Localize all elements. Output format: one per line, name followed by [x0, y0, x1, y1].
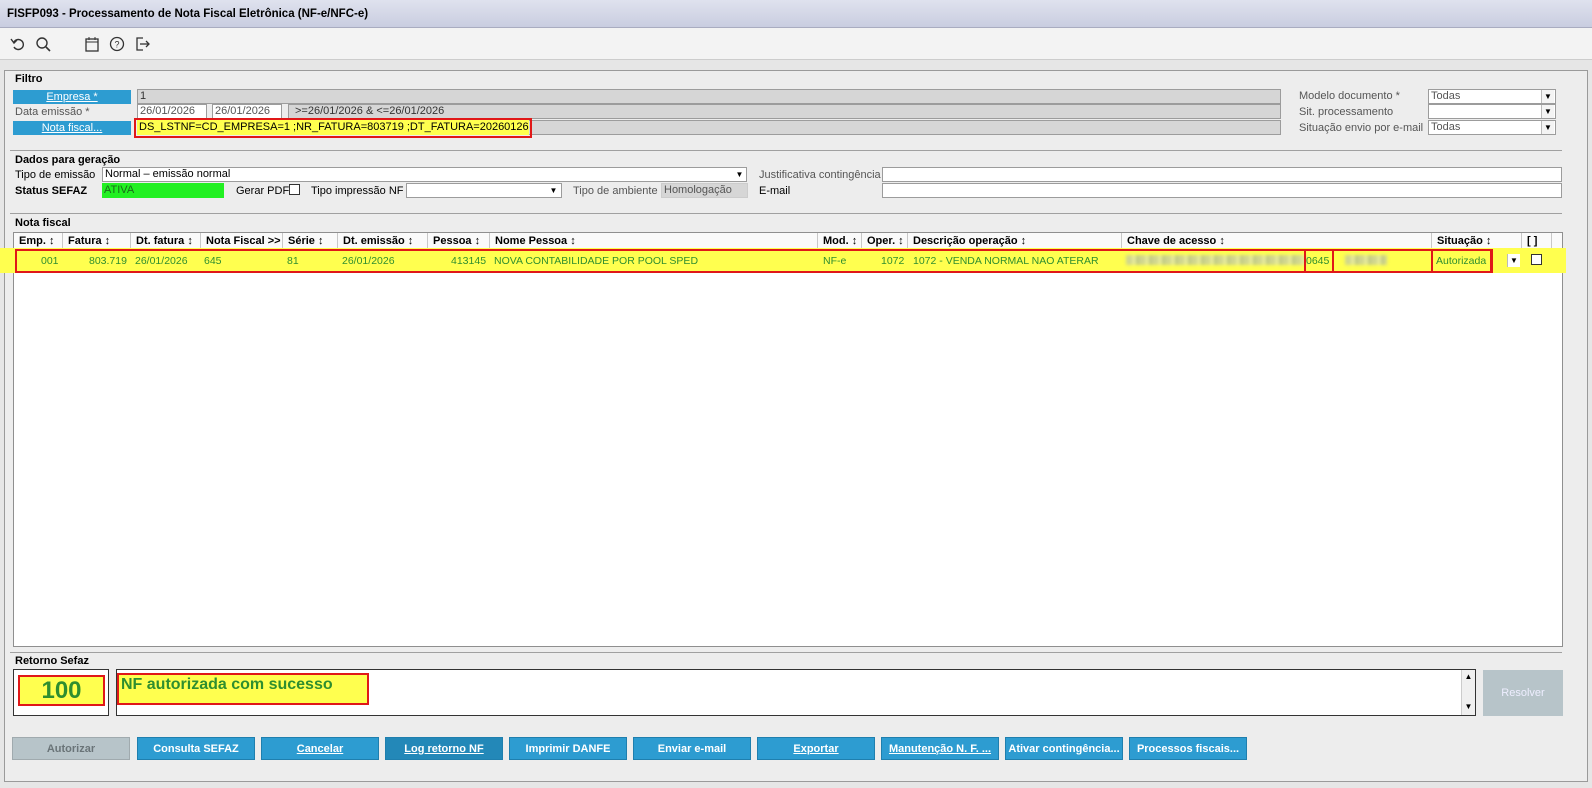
col-fatura[interactable]: Fatura ↕: [63, 233, 131, 249]
section-filtro: Filtro: [15, 73, 43, 85]
chevron-down-icon[interactable]: ▼: [1507, 254, 1520, 267]
nota-fiscal-table: Emp. ↕ Fatura ↕ Dt. fatura ↕ Nota Fiscal…: [13, 232, 1563, 647]
processos-fiscais-button[interactable]: Processos fiscais...: [1129, 737, 1247, 760]
tipo-impressao-label: Tipo impressão NF: [311, 185, 404, 197]
exportar-button[interactable]: Exportar: [757, 737, 875, 760]
tipo-ambiente-label: Tipo de ambiente: [573, 185, 658, 197]
title-bar: FISFP093 - Processamento de Nota Fiscal …: [0, 0, 1592, 28]
col-dt-fatura[interactable]: Dt. fatura ↕: [131, 233, 201, 249]
tipo-ambiente-value: Homologação: [661, 183, 748, 198]
tipo-emissao-select[interactable]: Normal – emissão normal: [102, 167, 747, 182]
chevron-down-icon[interactable]: ▼: [1541, 121, 1554, 134]
data-inicio-field[interactable]: 26/01/2026: [137, 104, 207, 119]
ativar-contingencia-button[interactable]: Ativar contingência...: [1005, 737, 1123, 760]
email-label: E-mail: [759, 185, 791, 197]
envio-label: Situação envio por e-mail: [1299, 122, 1424, 134]
undo-icon[interactable]: [9, 35, 27, 53]
scrollbar[interactable]: ▲ ▼: [1461, 670, 1475, 715]
col-descricao[interactable]: Descrição operação ↕: [908, 233, 1122, 249]
col-pessoa[interactable]: Pessoa ↕: [428, 233, 490, 249]
annotation-box: [15, 249, 1492, 273]
data-expressao: >=26/01/2026 & <=26/01/2026: [288, 104, 1281, 119]
col-select-all[interactable]: [ ]: [1522, 233, 1552, 249]
retorno-message: NF autorizada com sucesso: [117, 673, 369, 705]
window-title: FISFP093 - Processamento de Nota Fiscal …: [7, 8, 369, 20]
col-emp[interactable]: Emp. ↕: [14, 233, 63, 249]
divider: [10, 213, 1562, 214]
annotation-box: [1304, 249, 1334, 273]
chevron-down-icon[interactable]: ▼: [1541, 90, 1554, 103]
col-serie[interactable]: Série ↕: [283, 233, 338, 249]
tipo-emissao-label: Tipo de emissão: [15, 169, 96, 181]
col-filler: [1552, 233, 1562, 249]
tipo-impressao-select[interactable]: [406, 183, 562, 198]
cancelar-button[interactable]: Cancelar: [261, 737, 379, 760]
chevron-down-icon[interactable]: ▼: [1541, 105, 1554, 118]
col-chave[interactable]: Chave de acesso ↕: [1122, 233, 1432, 249]
enviar-email-button[interactable]: Enviar e-mail: [633, 737, 751, 760]
empresa-field[interactable]: 1: [137, 89, 1281, 104]
data-fim-field[interactable]: 26/01/2026: [212, 104, 282, 119]
section-nota-fiscal: Nota fiscal: [15, 217, 71, 229]
log-retorno-button[interactable]: Log retorno NF: [385, 737, 503, 760]
col-dt-emissao[interactable]: Dt. emissão ↕: [338, 233, 428, 249]
divider: [10, 150, 1562, 151]
row-checkbox[interactable]: [1531, 254, 1542, 265]
modelo-select[interactable]: Todas: [1428, 89, 1556, 104]
col-nota-fiscal[interactable]: Nota Fiscal >>: [201, 233, 283, 249]
gerar-pdf-checkbox[interactable]: [289, 184, 300, 195]
exit-icon[interactable]: [133, 35, 151, 53]
search-icon[interactable]: [34, 35, 52, 53]
empresa-label[interactable]: Empresa *: [13, 90, 131, 104]
data-emissao-label: Data emissão *: [15, 106, 90, 118]
imprimir-danfe-button[interactable]: Imprimir DANFE: [509, 737, 627, 760]
status-sefaz-label: Status SEFAZ: [15, 185, 88, 197]
toolbar: [0, 28, 1592, 60]
resolver-button[interactable]: Resolver: [1483, 670, 1563, 716]
consulta-sefaz-button[interactable]: Consulta SEFAZ: [137, 737, 255, 760]
chevron-down-icon[interactable]: ▼: [1462, 702, 1475, 711]
col-nome-pessoa[interactable]: Nome Pessoa ↕: [490, 233, 818, 249]
sit-label: Sit. processamento: [1299, 106, 1394, 118]
annotation-box: [1431, 249, 1493, 273]
justificativa-field[interactable]: [882, 167, 1562, 182]
autorizar-button[interactable]: Autorizar: [12, 737, 130, 760]
modelo-label: Modelo documento *: [1299, 90, 1400, 102]
nota-fiscal-label[interactable]: Nota fiscal...: [13, 121, 131, 135]
manutencao-nf-button[interactable]: Manutenção N. F. ...: [881, 737, 999, 760]
chevron-down-icon[interactable]: ▼: [547, 184, 560, 197]
status-badge: ATIVA: [102, 183, 224, 198]
divider: [10, 652, 1562, 653]
gerar-pdf-label: Gerar PDF: [236, 185, 290, 197]
section-dados: Dados para geração: [15, 154, 121, 166]
email-field[interactable]: [882, 183, 1562, 198]
svg-text:?: ?: [114, 40, 119, 50]
help-icon[interactable]: ?: [108, 35, 126, 53]
chevron-down-icon[interactable]: ▼: [733, 168, 746, 181]
envio-select[interactable]: Todas: [1428, 120, 1556, 135]
retorno-code: 100: [18, 675, 105, 706]
section-retorno: Retorno Sefaz: [15, 655, 89, 667]
col-oper[interactable]: Oper. ↕: [862, 233, 908, 249]
col-mod[interactable]: Mod. ↕: [818, 233, 862, 249]
sit-select[interactable]: [1428, 104, 1556, 119]
calendar-icon[interactable]: [83, 35, 101, 53]
chevron-up-icon[interactable]: ▲: [1462, 672, 1475, 681]
justificativa-label: Justificativa contingência: [759, 169, 881, 181]
annotation-box: [134, 118, 532, 138]
col-situacao[interactable]: Situação ↕: [1432, 233, 1522, 249]
